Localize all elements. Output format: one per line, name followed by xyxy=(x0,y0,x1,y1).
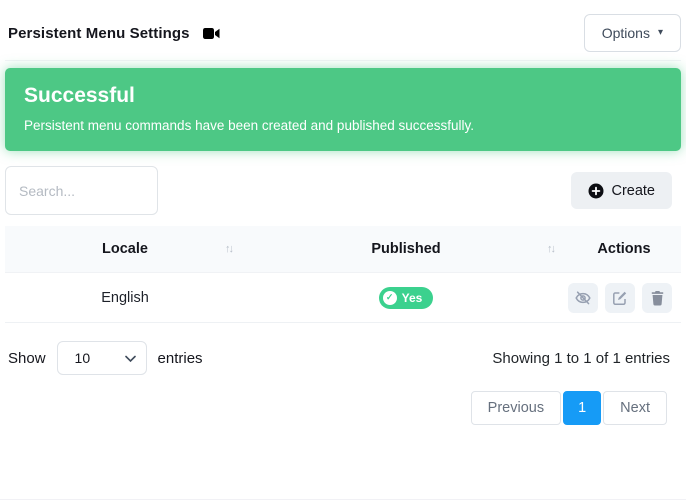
previous-button[interactable]: Previous xyxy=(471,391,561,425)
toolbar: Create xyxy=(5,166,681,215)
published-badge: ✓ Yes xyxy=(379,287,434,309)
alert-message: Persistent menu commands have been creat… xyxy=(24,118,662,133)
create-label: Create xyxy=(611,183,655,199)
plus-circle-icon xyxy=(588,183,604,199)
page: Persistent Menu Settings Options ▾ Succe… xyxy=(0,0,686,501)
edit-icon xyxy=(612,290,628,306)
show-label: Show xyxy=(8,350,46,367)
column-label: Published xyxy=(371,241,440,257)
cell-locale: English xyxy=(5,290,245,306)
caret-down-icon: ▾ xyxy=(658,28,663,38)
header: Persistent Menu Settings Options ▾ xyxy=(5,0,681,61)
column-header-locale[interactable]: Locale ↑↓ xyxy=(5,241,245,257)
table-footer: Show 10 entries Showing 1 to 1 of 1 entr… xyxy=(5,341,681,375)
entries-control: Show 10 entries xyxy=(8,341,203,375)
showing-summary: Showing 1 to 1 of 1 entries xyxy=(492,350,681,367)
pagination: Previous 1 Next xyxy=(5,391,681,425)
column-label: Locale xyxy=(102,241,148,257)
video-camera-icon xyxy=(203,27,220,40)
column-header-actions: Actions xyxy=(567,241,681,257)
page-1-button[interactable]: 1 xyxy=(563,391,601,425)
delete-action-button[interactable] xyxy=(642,283,672,313)
success-alert: Successful Persistent menu commands have… xyxy=(5,68,681,151)
page-size-select-wrap: 10 xyxy=(57,341,147,375)
hide-action-button[interactable] xyxy=(568,283,598,313)
trash-icon xyxy=(650,290,665,306)
cell-published: ✓ Yes xyxy=(245,287,567,309)
page-title: Persistent Menu Settings xyxy=(8,25,190,42)
table-row: English ✓ Yes xyxy=(5,273,681,323)
options-label: Options xyxy=(602,25,650,41)
next-button[interactable]: Next xyxy=(603,391,667,425)
create-button[interactable]: Create xyxy=(571,172,672,209)
eye-slash-icon xyxy=(575,290,591,306)
alert-title: Successful xyxy=(24,84,662,108)
entries-label: entries xyxy=(158,350,203,367)
table-header: Locale ↑↓ Published ↑↓ Actions xyxy=(5,226,681,273)
column-header-published[interactable]: Published ↑↓ xyxy=(245,241,567,257)
search-input[interactable] xyxy=(5,166,158,215)
options-button[interactable]: Options ▾ xyxy=(584,14,681,52)
check-circle-icon: ✓ xyxy=(383,291,397,305)
bottom-divider xyxy=(0,499,686,500)
title-group: Persistent Menu Settings xyxy=(8,25,220,42)
badge-label: Yes xyxy=(402,291,423,305)
page-size-select[interactable]: 10 xyxy=(57,341,147,375)
column-label: Actions xyxy=(597,241,650,257)
locales-table: Locale ↑↓ Published ↑↓ Actions English ✓… xyxy=(5,226,681,323)
edit-action-button[interactable] xyxy=(605,283,635,313)
cell-actions xyxy=(567,283,681,313)
sort-icon[interactable]: ↑↓ xyxy=(225,243,232,255)
sort-icon[interactable]: ↑↓ xyxy=(547,243,554,255)
